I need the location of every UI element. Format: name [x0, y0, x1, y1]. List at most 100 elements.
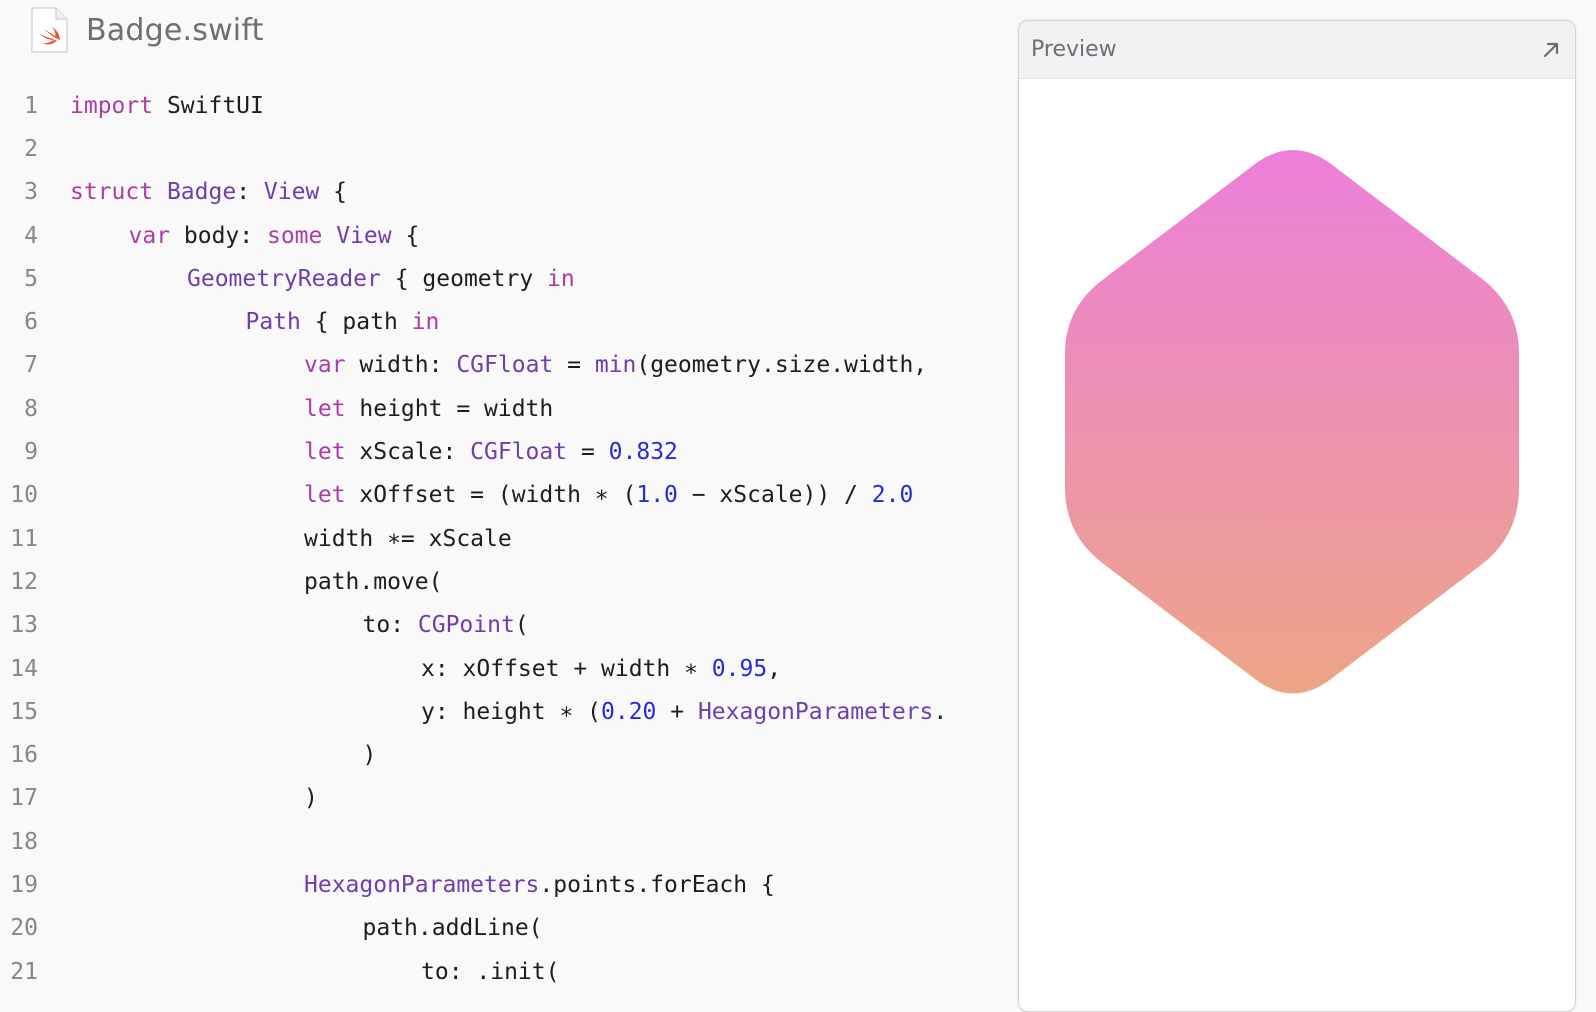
code-line[interactable]: 2: [0, 127, 1010, 170]
code-token: View: [263, 179, 320, 206]
code-token: width ∗= xScale: [304, 525, 512, 552]
code-token: .points.forEach {: [539, 871, 775, 898]
code-token: View: [336, 222, 392, 249]
code-editor[interactable]: 1 import SwiftUI 2 3 struct Badge: View {4 va…: [0, 84, 1010, 993]
line-number: 13: [10, 612, 38, 639]
code-token: CGPoint: [417, 612, 515, 639]
code-line[interactable]: 16): [0, 733, 1010, 776]
line-number: 18: [10, 828, 38, 855]
code-line[interactable]: 7 var width: CGFloat = min(geometry.size.…: [0, 344, 1010, 387]
code-line[interactable]: 6 Path { path in: [0, 300, 1010, 343]
code-line[interactable]: 17): [0, 777, 1010, 820]
code-line[interactable]: 21 to: .init(: [0, 950, 1010, 993]
preview-panel: Preview: [1018, 20, 1576, 1012]
file-header: Badge.swift: [30, 6, 264, 54]
line-number: 12: [10, 568, 38, 595]
code-line[interactable]: 9 let xScale: CGFloat = 0.832: [0, 430, 1010, 473]
code-token: +: [656, 698, 698, 725]
code-token: path.addLine(: [362, 915, 543, 942]
code-token: Badge: [166, 179, 237, 206]
code-token: CGFloat: [456, 352, 554, 379]
code-line[interactable]: 1 import SwiftUI: [0, 84, 1010, 127]
line-number: 15: [10, 698, 38, 725]
code-line[interactable]: 5 GeometryReader { geometry in: [0, 257, 1010, 300]
code-token: x: xOffset + width ∗: [421, 655, 712, 682]
code-line[interactable]: 14 x: xOffset + width ∗ 0.95,: [0, 647, 1010, 690]
line-number: 2: [24, 135, 38, 162]
code-token: var: [128, 222, 171, 249]
code-token: Path: [245, 309, 301, 336]
code-token: in: [411, 309, 440, 336]
code-line[interactable]: 19 HexagonParameters.points.forEach {: [0, 863, 1010, 906]
code-token: var: [304, 352, 346, 379]
line-number: 8: [24, 395, 38, 422]
code-token: import: [70, 92, 154, 119]
code-token: .: [933, 698, 948, 725]
code-token: body:: [170, 222, 267, 249]
code-text: struct Badge: View {: [70, 179, 347, 205]
line-number: 19: [10, 871, 38, 898]
code-text: import SwiftUI: [70, 93, 264, 119]
badge-hexagon: [1065, 150, 1519, 694]
code-token: to:: [362, 612, 418, 639]
code-text: var body: some View {: [70, 222, 420, 249]
code-text: ): [70, 742, 377, 769]
code-token: in: [547, 265, 575, 292]
code-text: var width: CGFloat = min(geometry.size.w…: [70, 352, 927, 378]
line-number: 7: [24, 352, 38, 379]
code-token: ): [362, 742, 377, 769]
code-token: SwiftUI: [153, 92, 264, 119]
code-text: y: height ∗ (0.20 + HexagonParameters.: [70, 699, 947, 725]
code-token: xOffset = (width ∗ (: [345, 482, 637, 509]
code-line[interactable]: 18: [0, 820, 1010, 863]
line-number: 1: [24, 92, 38, 119]
code-text: ): [70, 785, 318, 811]
code-line[interactable]: 13 to: CGPoint(: [0, 604, 1010, 647]
code-line[interactable]: 10 let xOffset = (width ∗ (1.0 − xScale))…: [0, 474, 1010, 517]
code-line[interactable]: 4 var body: some View {: [0, 214, 1010, 257]
line-number: 17: [10, 785, 38, 812]
code-token: CGFloat: [470, 439, 568, 466]
code-token: 0.20: [601, 698, 657, 725]
code-text: Path { path in: [70, 309, 440, 336]
code-text: to: .init(: [70, 959, 559, 985]
expand-arrow-icon[interactable]: [1539, 38, 1563, 62]
code-token: path.move(: [304, 568, 443, 595]
line-number: 20: [10, 915, 38, 942]
code-line[interactable]: 12 path.move(: [0, 560, 1010, 603]
code-token: ,: [767, 655, 782, 682]
code-text: x: xOffset + width ∗ 0.95,: [70, 656, 781, 682]
code-token: 0.95: [711, 655, 768, 682]
code-token: ): [304, 785, 318, 812]
code-token: let: [304, 439, 346, 466]
code-line[interactable]: 11 width ∗= xScale: [0, 517, 1010, 560]
code-line[interactable]: 20 path.addLine(: [0, 907, 1010, 950]
code-text: to: CGPoint(: [70, 612, 529, 638]
line-number: 11: [10, 525, 38, 552]
code-token: xScale:: [345, 439, 471, 466]
line-number: 9: [24, 439, 38, 466]
code-token: some: [266, 222, 323, 249]
code-line[interactable]: 8 let height = width: [0, 387, 1010, 430]
preview-canvas: [1019, 78, 1575, 1011]
code-text: path.move(: [70, 569, 442, 595]
line-number: 6: [24, 309, 38, 336]
code-line[interactable]: 3 struct Badge: View {: [0, 171, 1010, 214]
code-text: GeometryReader { geometry in: [70, 266, 575, 292]
code-token: let: [304, 395, 346, 422]
code-token: struct: [70, 179, 154, 206]
code-token: − xScale)) /: [677, 482, 872, 509]
line-number: 21: [10, 958, 38, 985]
code-token: :: [236, 179, 264, 206]
code-text: path.addLine(: [70, 915, 543, 941]
code-token: 0.832: [608, 439, 678, 466]
swift-file-icon: [30, 7, 68, 53]
code-text: let xOffset = (width ∗ (1.0 − xScale)) /…: [70, 482, 913, 508]
line-number: 5: [24, 265, 38, 292]
code-line[interactable]: 15 y: height ∗ (0.20 + HexagonParameters.: [0, 690, 1010, 733]
code-token: to: .init(: [421, 958, 560, 985]
code-token: 1.0: [636, 482, 678, 509]
file-name: Badge.swift: [86, 12, 264, 48]
